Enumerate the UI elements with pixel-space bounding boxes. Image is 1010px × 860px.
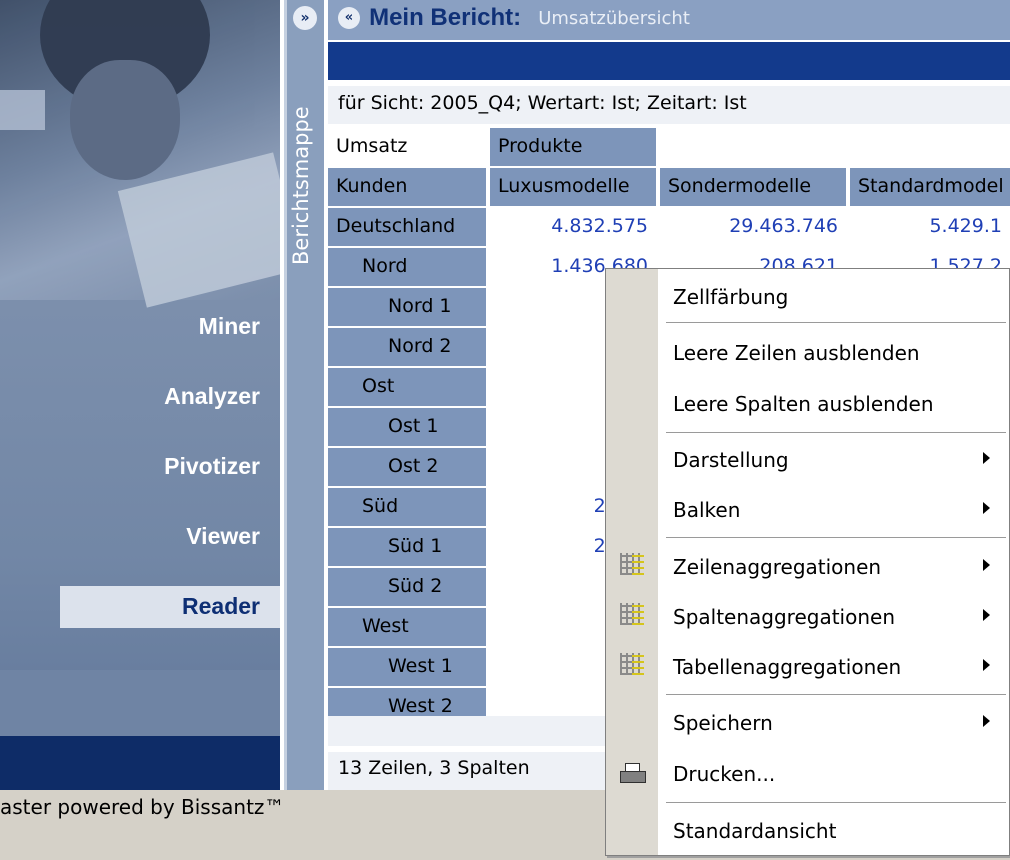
nav-bottom-band (0, 736, 280, 790)
row-header[interactable]: Ost (328, 368, 486, 406)
submenu-arrow-icon (983, 609, 990, 621)
grid-icon (620, 553, 644, 575)
submenu-arrow-icon (983, 659, 990, 671)
header-photo (0, 0, 280, 308)
row-dimension-header[interactable]: Kunden (328, 168, 486, 206)
nav-item-miner[interactable]: Miner (40, 313, 260, 340)
menu-item-tabellenaggregationen[interactable]: Tabellenaggregationen (658, 645, 1008, 689)
row-header[interactable]: Süd (328, 488, 486, 526)
grid-icon (620, 603, 644, 625)
row-header[interactable]: Süd 2 (328, 568, 486, 606)
photo-face-shape (70, 60, 180, 180)
menu-item-zellfaerbung[interactable]: Zellfärbung (658, 275, 1008, 319)
menu-item-balken[interactable]: Balken (658, 488, 1008, 532)
menu-item-drucken[interactable]: Drucken... (658, 752, 1008, 796)
menu-item-standardansicht[interactable]: Standardansicht (658, 809, 1008, 853)
footer-text: aster powered by Bissantz™ (0, 795, 285, 819)
row-header[interactable]: Süd 1 (328, 528, 486, 566)
measure-header: Umsatz (328, 128, 486, 166)
menu-item-label: Darstellung (673, 448, 789, 472)
nav-panel: Miner Analyzer Pivotizer Viewer Reader (0, 0, 280, 790)
row-header[interactable]: West 1 (328, 648, 486, 686)
menu-item-leere-spalten[interactable]: Leere Spalten ausblenden (658, 382, 1008, 426)
menu-separator (666, 322, 1006, 324)
double-chevron-up-icon[interactable]: « (338, 7, 360, 29)
row-header[interactable]: West (328, 608, 486, 646)
menu-item-label: Speichern (673, 711, 773, 735)
column-header[interactable]: Luxusmodelle (490, 168, 656, 206)
printer-icon (620, 763, 646, 785)
menu-item-label: Zellfärbung (673, 285, 789, 309)
menu-item-zeilenaggregationen[interactable]: Zeilenaggregationen (658, 545, 1008, 589)
menu-separator (666, 694, 1006, 696)
menu-item-label: Leere Spalten ausblenden (673, 392, 934, 416)
submenu-arrow-icon (983, 452, 990, 464)
report-subtitle: Umsatzübersicht (538, 7, 690, 29)
column-header[interactable]: Sondermodelle (660, 168, 846, 206)
menu-item-leere-zeilen[interactable]: Leere Zeilen ausblenden (658, 331, 1008, 375)
table-cell[interactable]: 29.463.746 (660, 208, 846, 246)
report-title: Mein Bericht: (369, 4, 522, 31)
grid-icon (620, 653, 644, 675)
menu-item-spaltenaggregationen[interactable]: Spaltenaggregationen (658, 595, 1008, 639)
row-header[interactable]: Deutschland (328, 208, 486, 246)
table-cell[interactable]: 4.832.575 (490, 208, 656, 246)
submenu-arrow-icon (983, 715, 990, 727)
nav-stripe (0, 670, 280, 736)
nav-item-pivotizer[interactable]: Pivotizer (40, 453, 260, 480)
column-dimension-header[interactable]: Produkte (490, 128, 656, 166)
report-header: « Mein Bericht: Umsatzübersicht (328, 0, 1010, 40)
submenu-arrow-icon (983, 502, 990, 514)
berichtsmappe-tab[interactable]: » Berichtsmappe (284, 0, 324, 790)
context-menu: Zellfärbung Leere Zeilen ausblenden Leer… (605, 268, 1010, 856)
menu-item-speichern[interactable]: Speichern (658, 701, 1008, 745)
menu-separator (666, 537, 1006, 539)
menu-item-label: Zeilenaggregationen (673, 555, 882, 579)
row-header[interactable]: Ost 1 (328, 408, 486, 446)
nav-item-analyzer[interactable]: Analyzer (40, 383, 260, 410)
menu-item-label: Balken (673, 498, 741, 522)
report-toolbar-band (328, 42, 1010, 80)
menu-item-darstellung[interactable]: Darstellung (658, 438, 1008, 482)
row-header[interactable]: Nord 2 (328, 328, 486, 366)
menu-item-label: Spaltenaggregationen (673, 605, 896, 629)
nav-item-reader[interactable]: Reader (60, 586, 280, 628)
nav-item-viewer[interactable]: Viewer (40, 523, 260, 550)
report-filter: für Sicht: 2005_Q4; Wertart: Ist; Zeitar… (328, 86, 1010, 124)
menu-item-label: Drucken... (673, 762, 776, 786)
row-header[interactable]: Nord 1 (328, 288, 486, 326)
menu-item-label: Leere Zeilen ausblenden (673, 341, 920, 365)
menu-separator (666, 432, 1006, 434)
row-header[interactable]: Ost 2 (328, 448, 486, 486)
photo-decor-square (0, 90, 45, 130)
menu-item-label: Tabellenaggregationen (673, 655, 902, 679)
berichtsmappe-label: Berichtsmappe (289, 106, 313, 265)
row-header[interactable]: Nord (328, 248, 486, 286)
menu-item-label: Standardansicht (673, 819, 837, 843)
column-header[interactable]: Standardmodel (850, 168, 1010, 206)
menu-separator (666, 802, 1006, 804)
table-cell[interactable]: 5.429.1 (850, 208, 1010, 246)
submenu-arrow-icon (983, 559, 990, 571)
